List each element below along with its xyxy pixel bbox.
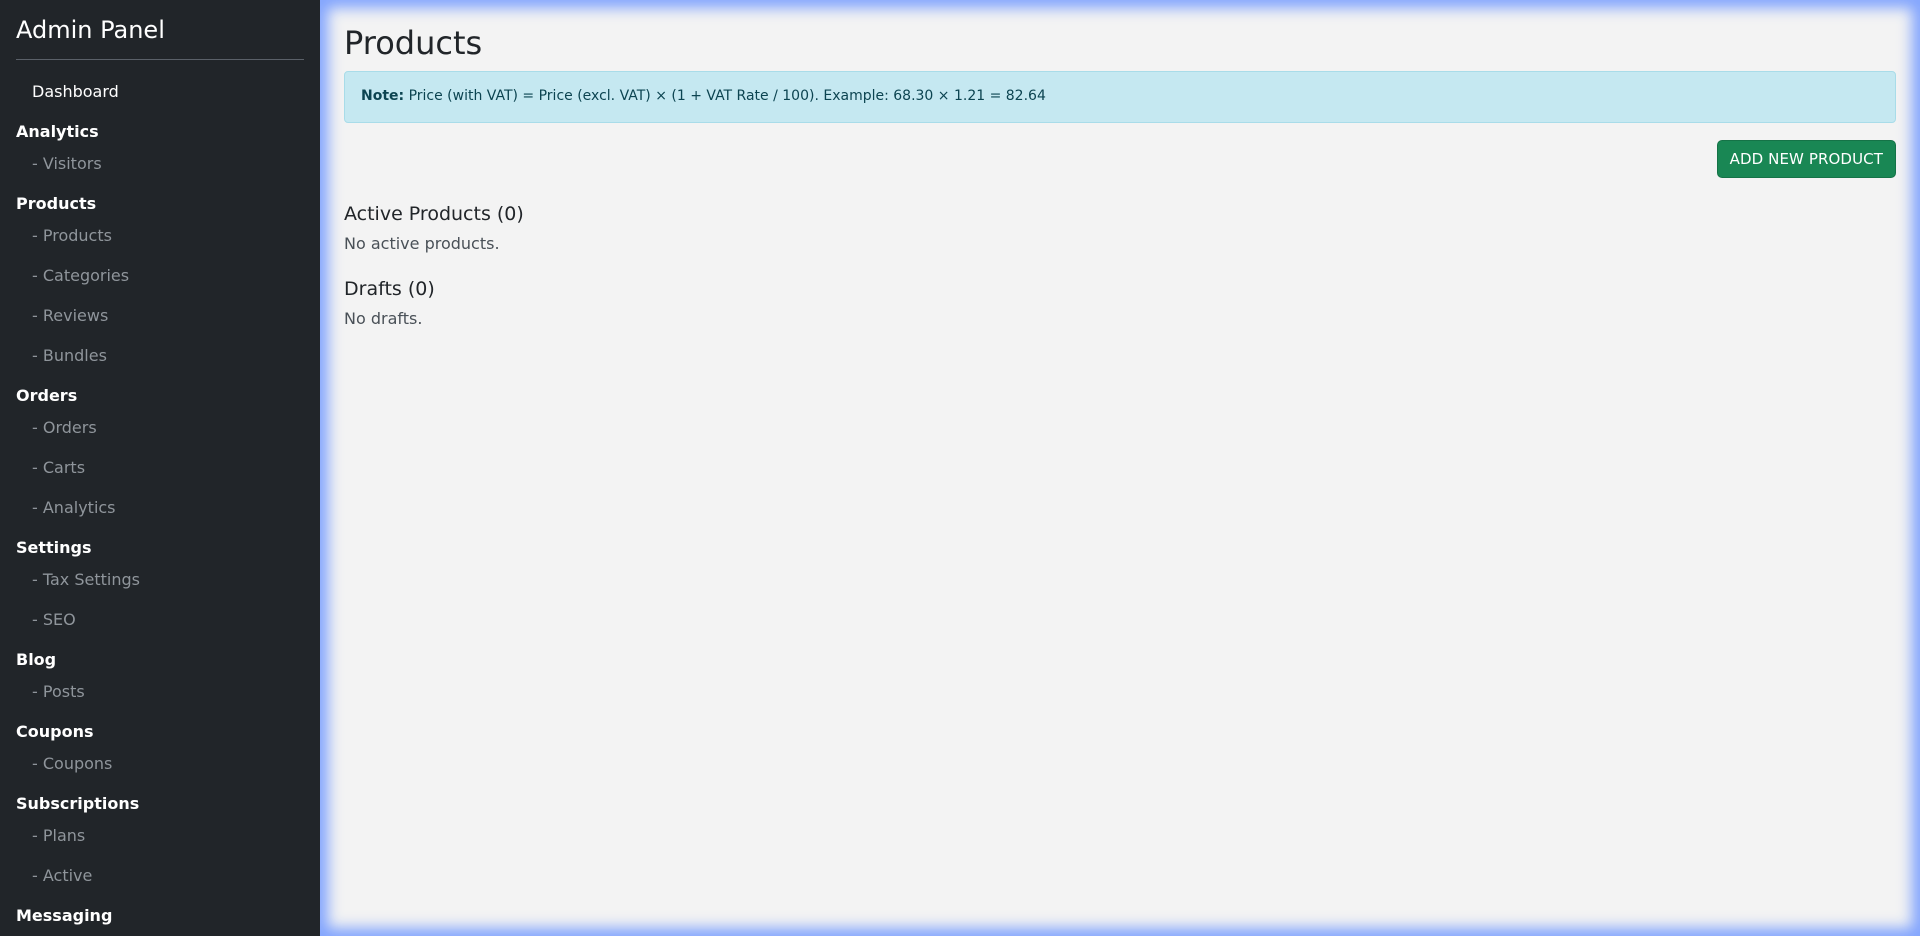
sidebar-section-blog: Blog: [16, 650, 57, 669]
note-label: Note:: [361, 88, 405, 104]
note-text: Price (with VAT) = Price (excl. VAT) × (…: [404, 88, 1046, 104]
sidebar-section-settings: Settings: [16, 538, 92, 557]
actions-row: ADD NEW PRODUCT: [344, 140, 1896, 178]
sidebar-item-order-analytics[interactable]: - Analytics: [16, 488, 304, 528]
sidebar-item-bundles[interactable]: - Bundles: [16, 336, 304, 376]
sidebar-section-products: Products: [16, 194, 97, 213]
sidebar-item-tax-settings[interactable]: - Tax Settings: [16, 560, 304, 600]
drafts-empty: No drafts.: [344, 309, 423, 328]
sidebar-section-analytics: Analytics: [16, 122, 99, 141]
sidebar-section-coupons: Coupons: [16, 722, 94, 741]
active-products-heading: Active Products (0): [344, 203, 524, 225]
sidebar-item-plans[interactable]: - Plans: [16, 816, 304, 856]
sidebar-item-categories[interactable]: - Categories: [16, 256, 304, 296]
sidebar-item-posts[interactable]: - Posts: [16, 672, 304, 712]
sidebar-section-messaging: Messaging: [16, 906, 113, 925]
sidebar-item-active[interactable]: - Active: [16, 856, 304, 896]
sidebar-section-subscriptions: Subscriptions: [16, 794, 140, 813]
main-content: Products Note: Price (with VAT) = Price …: [320, 0, 1920, 936]
sidebar-item-seo[interactable]: - SEO: [16, 600, 304, 640]
viewport: Admin Panel Dashboard Analytics - Visito…: [0, 0, 1920, 936]
sidebar-item-visitors[interactable]: - Visitors: [16, 144, 304, 184]
sidebar-item-dashboard[interactable]: Dashboard: [16, 72, 304, 112]
sidebar-item-reviews[interactable]: - Reviews: [16, 296, 304, 336]
sidebar-item-coupons[interactable]: - Coupons: [16, 744, 304, 784]
sidebar-item-products[interactable]: - Products: [16, 216, 304, 256]
sidebar-item-carts[interactable]: - Carts: [16, 448, 304, 488]
sidebar: Admin Panel Dashboard Analytics - Visito…: [0, 0, 320, 936]
add-new-product-button[interactable]: ADD NEW PRODUCT: [1716, 140, 1896, 178]
page-title: Products: [344, 24, 483, 62]
sidebar-item-orders[interactable]: - Orders: [16, 408, 304, 448]
brand-title: Admin Panel: [16, 14, 304, 60]
active-products-empty: No active products.: [344, 234, 500, 253]
sidebar-section-orders: Orders: [16, 386, 78, 405]
vat-note-alert: Note: Price (with VAT) = Price (excl. VA…: [344, 71, 1896, 123]
drafts-heading: Drafts (0): [344, 278, 435, 300]
